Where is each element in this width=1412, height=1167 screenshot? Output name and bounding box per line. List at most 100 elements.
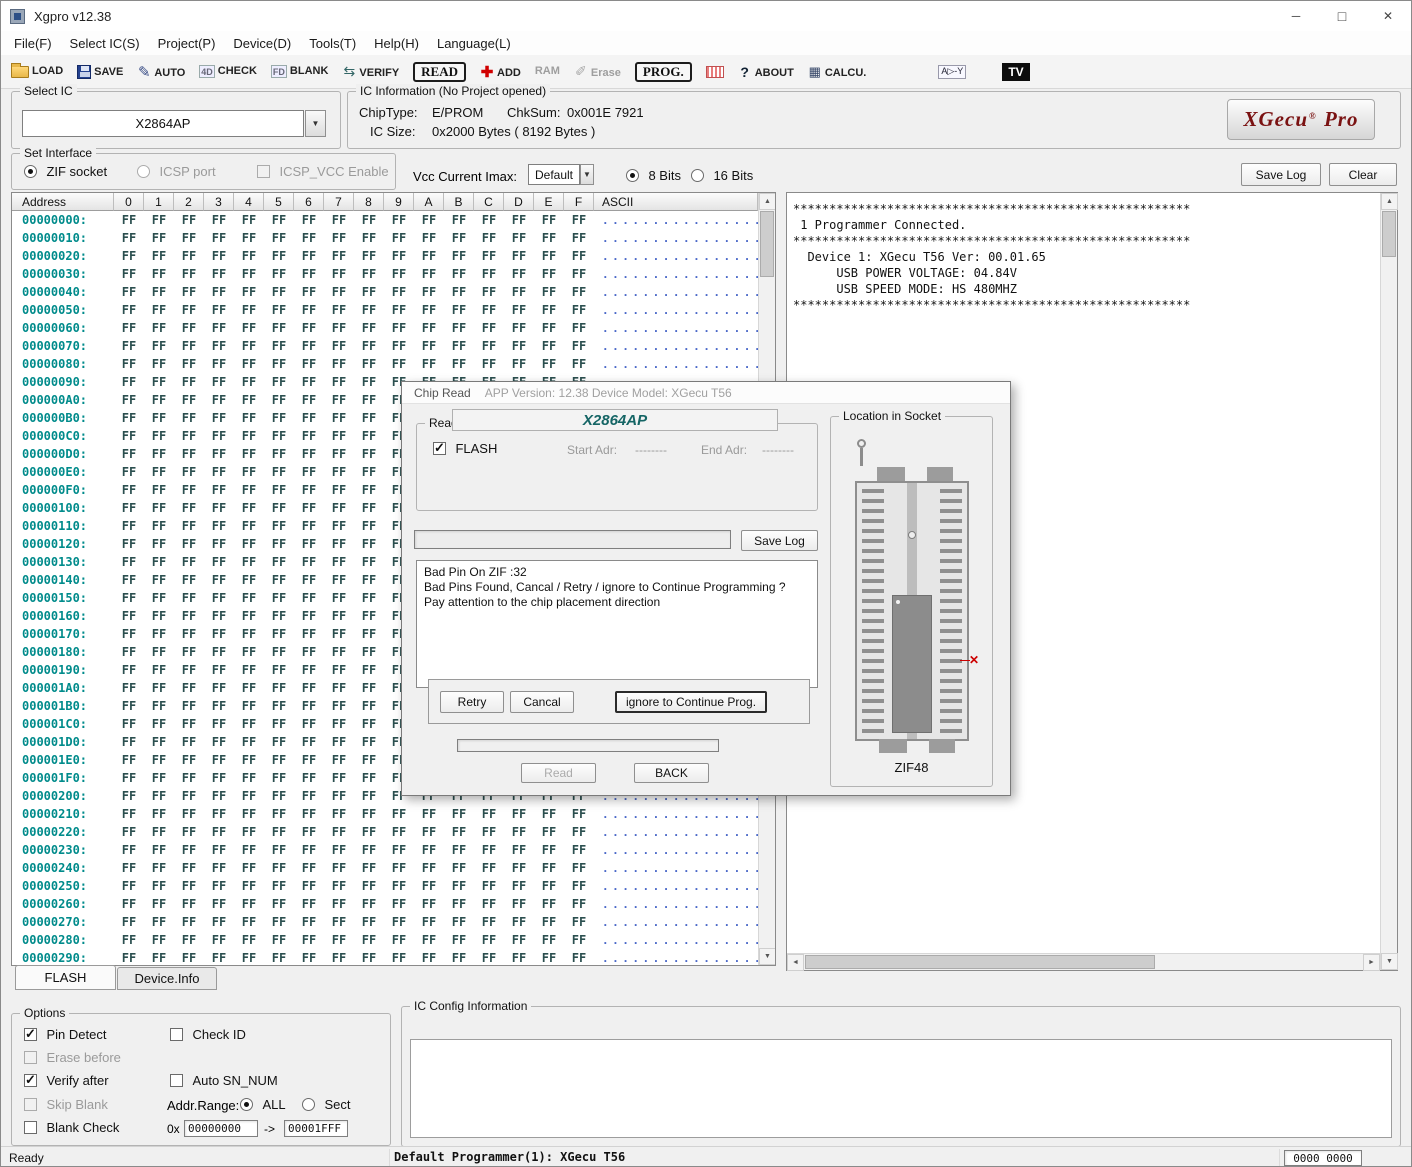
range-start-input[interactable]: 00000000 [184,1120,258,1137]
hex-byte-cell[interactable]: FF [384,825,414,839]
pin-detect-checkbox[interactable] [24,1028,37,1041]
hex-byte-cell[interactable]: FF [204,807,234,821]
hex-byte-cell[interactable]: FF [564,339,594,353]
hex-byte-cell[interactable]: FF [174,681,204,695]
hex-byte-cell[interactable]: FF [474,933,504,947]
hex-byte-cell[interactable]: FF [264,303,294,317]
hex-byte-cell[interactable]: FF [174,411,204,425]
hex-byte-cell[interactable]: FF [354,555,384,569]
hex-byte-cell[interactable]: FF [144,861,174,875]
hex-byte-cell[interactable]: FF [114,303,144,317]
hex-byte-cell[interactable]: FF [234,915,264,929]
hex-byte-cell[interactable]: FF [234,375,264,389]
hex-byte-cell[interactable]: FF [564,213,594,227]
hex-byte-cell[interactable]: FF [324,393,354,407]
icsp-vcc-checkbox[interactable] [257,165,270,178]
hex-byte-cell[interactable]: FF [114,519,144,533]
hex-byte-cell[interactable]: FF [204,285,234,299]
hex-byte-cell[interactable]: FF [234,393,264,407]
hex-byte-cell[interactable]: FF [324,537,354,551]
hex-byte-cell[interactable]: FF [114,681,144,695]
hex-byte-cell[interactable]: FF [204,717,234,731]
hex-byte-cell[interactable]: FF [354,249,384,263]
hex-byte-cell[interactable]: FF [264,735,294,749]
hex-byte-cell[interactable]: FF [504,285,534,299]
hex-byte-cell[interactable]: FF [264,609,294,623]
save-log-button[interactable]: Save Log [1241,163,1321,186]
hex-byte-cell[interactable]: FF [534,249,564,263]
hex-byte-cell[interactable]: FF [354,519,384,533]
hex-byte-cell[interactable]: FF [474,861,504,875]
hex-byte-cell[interactable]: FF [384,339,414,353]
hex-byte-cell[interactable]: FF [564,843,594,857]
hex-byte-cell[interactable]: FF [144,789,174,803]
hex-byte-cell[interactable]: FF [144,681,174,695]
hex-byte-cell[interactable]: FF [204,591,234,605]
hex-byte-cell[interactable]: FF [204,573,234,587]
hex-byte-cell[interactable]: FF [144,447,174,461]
hex-byte-cell[interactable]: FF [264,627,294,641]
read-button[interactable]: Read [521,763,596,783]
hex-byte-cell[interactable]: FF [234,771,264,785]
hex-byte-cell[interactable]: FF [294,231,324,245]
hex-byte-cell[interactable]: FF [204,501,234,515]
hex-byte-cell[interactable]: FF [174,537,204,551]
hex-byte-cell[interactable]: FF [264,213,294,227]
hex-byte-cell[interactable]: FF [324,249,354,263]
hex-byte-cell[interactable]: FF [114,627,144,641]
hex-byte-cell[interactable]: FF [354,753,384,767]
tab-flash[interactable]: FLASH [15,965,116,990]
hex-byte-cell[interactable]: FF [144,609,174,623]
hex-byte-cell[interactable]: FF [324,771,354,785]
hex-byte-cell[interactable]: FF [384,843,414,857]
hex-byte-cell[interactable]: FF [354,861,384,875]
hex-byte-cell[interactable]: FF [114,249,144,263]
hex-byte-cell[interactable]: FF [264,357,294,371]
hex-byte-cell[interactable]: FF [444,267,474,281]
hex-byte-cell[interactable]: FF [294,861,324,875]
hex-byte-cell[interactable]: FF [444,807,474,821]
hex-byte-cell[interactable]: FF [324,681,354,695]
hex-byte-cell[interactable]: FF [264,645,294,659]
menu-help[interactable]: Help(H) [365,33,428,54]
hex-byte-cell[interactable]: FF [504,897,534,911]
hex-byte-cell[interactable]: FF [564,267,594,281]
retry-button[interactable]: Retry [440,691,504,713]
hex-byte-cell[interactable]: FF [384,879,414,893]
hex-byte-cell[interactable]: FF [174,321,204,335]
hex-byte-cell[interactable]: FF [474,825,504,839]
menu-project[interactable]: Project(P) [149,33,225,54]
hex-byte-cell[interactable]: FF [324,483,354,497]
hex-byte-cell[interactable]: FF [534,843,564,857]
hex-byte-cell[interactable]: FF [234,663,264,677]
hex-byte-cell[interactable]: FF [144,519,174,533]
scroll-right-icon[interactable] [1363,954,1380,971]
hex-byte-cell[interactable]: FF [354,645,384,659]
hex-byte-cell[interactable]: FF [354,591,384,605]
toolbar-calcu[interactable]: ▦CALCU. [808,64,867,80]
hex-byte-cell[interactable]: FF [204,555,234,569]
hex-byte-cell[interactable]: FF [504,807,534,821]
hex-byte-cell[interactable]: FF [114,753,144,767]
hex-byte-cell[interactable]: FF [294,771,324,785]
hex-byte-cell[interactable]: FF [204,609,234,623]
hex-byte-cell[interactable]: FF [414,951,444,965]
hex-byte-cell[interactable]: FF [324,267,354,281]
hex-byte-cell[interactable]: FF [504,231,534,245]
hex-byte-cell[interactable]: FF [174,213,204,227]
hex-byte-cell[interactable]: FF [354,321,384,335]
hex-byte-cell[interactable]: FF [174,465,204,479]
hex-byte-cell[interactable]: FF [294,699,324,713]
toolbar-auto[interactable]: ✎AUTO [137,64,185,80]
hex-byte-cell[interactable]: FF [114,807,144,821]
hex-byte-cell[interactable]: FF [144,555,174,569]
hex-byte-cell[interactable]: FF [234,519,264,533]
hex-byte-cell[interactable]: FF [204,465,234,479]
hex-byte-cell[interactable]: FF [504,339,534,353]
hex-byte-cell[interactable]: FF [264,483,294,497]
hex-byte-cell[interactable]: FF [504,357,534,371]
hex-byte-cell[interactable]: FF [324,609,354,623]
hex-byte-cell[interactable]: FF [354,771,384,785]
hex-byte-cell[interactable]: FF [384,321,414,335]
hex-byte-cell[interactable]: FF [564,861,594,875]
